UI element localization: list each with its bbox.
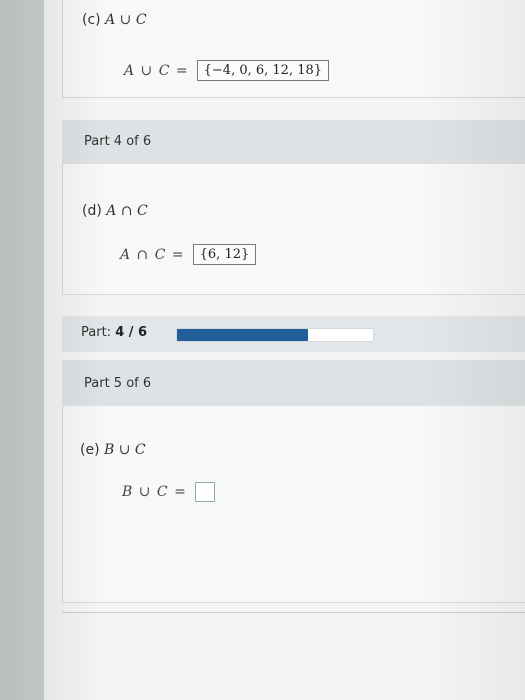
progress-bar-fill (177, 329, 308, 341)
part-e-label-math: B ∪ C (104, 442, 146, 458)
part-5-header-label: Part 5 of 6 (84, 376, 152, 391)
part-d-equation-lhs: A ∩ C = (120, 246, 185, 263)
part-c-label-math: A ∪ C (105, 12, 147, 28)
part-c-answer-box[interactable]: {−4, 0, 6, 12, 18} (196, 60, 330, 81)
part-e-question-label: (e) B ∪ C (80, 442, 146, 458)
bottom-divider (62, 612, 525, 613)
part-5-header: Part 5 of 6 (62, 360, 525, 406)
part-4-header-label: Part 4 of 6 (84, 134, 152, 149)
progress-label: Part: 4 / 6 (81, 325, 147, 340)
part-c-label-prefix: (c) (82, 12, 106, 28)
part-d-card (62, 164, 525, 295)
part-e-equation-lhs: B ∪ C = (122, 484, 187, 500)
progress-label-prefix: Part: (81, 325, 112, 340)
part-c-question-label: (c) A ∪ C (82, 12, 147, 28)
part-e-equation: B ∪ C = (122, 482, 215, 502)
part-d-label-math: A ∩ C (106, 203, 148, 219)
part-e-label-prefix: (e) (80, 442, 104, 458)
part-d-answer-box[interactable]: {6, 12} (192, 244, 257, 265)
part-d-question-label: (d) A ∩ C (82, 203, 148, 219)
part-e-card (62, 406, 525, 603)
part-d-equation: A ∩ C = {6, 12} (120, 244, 257, 265)
part-e-answer-input[interactable] (194, 482, 215, 502)
part-c-equation: A ∪ C = {−4, 0, 6, 12, 18} (124, 60, 330, 81)
progress-value: 4 / 6 (115, 325, 148, 340)
part-4-header: Part 4 of 6 (62, 120, 525, 164)
part-c-equation-lhs: A ∪ C = (124, 62, 189, 79)
progress-row: Part: 4 / 6 (62, 316, 525, 352)
progress-bar (176, 328, 374, 342)
part-d-label-prefix: (d) (82, 203, 107, 219)
